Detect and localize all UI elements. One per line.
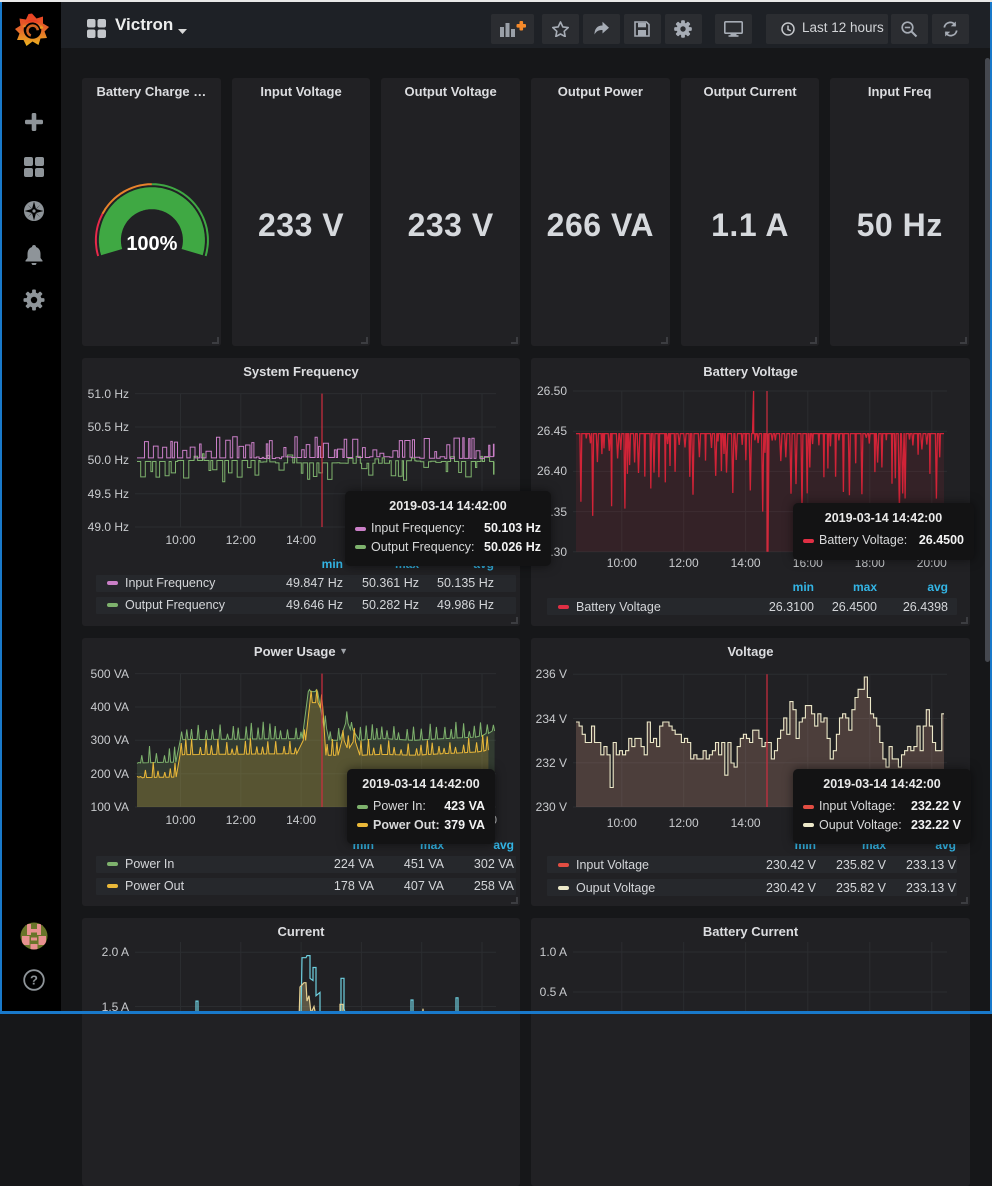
svg-text:100%: 100% [126, 233, 177, 255]
svg-text:?: ? [30, 973, 38, 988]
